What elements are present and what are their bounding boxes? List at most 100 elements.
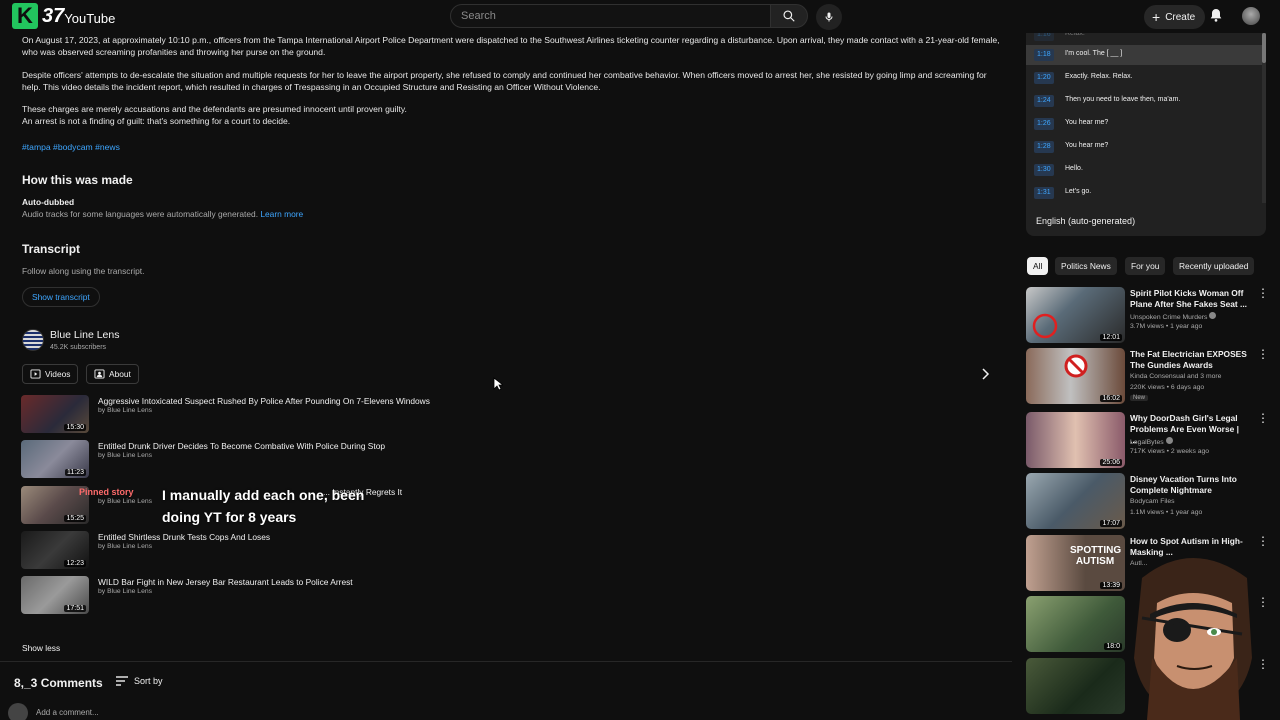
hashtags-link[interactable]: #tampa #bodycam #news bbox=[22, 142, 120, 152]
transcript-time: 1:18 bbox=[1034, 49, 1054, 61]
transcript-row[interactable]: 1:26 You hear me? bbox=[1026, 114, 1266, 134]
transcript-row[interactable]: 1:18 I'm cool. The [ __ ] bbox=[1026, 45, 1266, 65]
channel-video-item[interactable]: 11:23 Entitled Drunk Driver Decides To B… bbox=[21, 440, 721, 480]
video-duration: 17:07 bbox=[1100, 520, 1122, 527]
more-options-icon[interactable]: ⋮ bbox=[1257, 412, 1269, 424]
video-duration: 11:23 bbox=[65, 469, 86, 476]
create-button[interactable]: + Create bbox=[1144, 5, 1206, 29]
video-channel: Unspoken Crime Murders bbox=[1130, 312, 1217, 321]
how-made-title: How this was made bbox=[22, 173, 133, 187]
auto-dubbed-text: Audio tracks for some languages were aut… bbox=[22, 209, 303, 219]
channel-name: Unspoken Crime Murders bbox=[1130, 314, 1208, 321]
chip-recently-uploaded[interactable]: Recently uploaded bbox=[1173, 257, 1255, 275]
video-duration: 12:01 bbox=[1100, 334, 1122, 341]
transcript-text: I'm cool. The [ __ ] bbox=[1065, 50, 1123, 57]
more-options-icon[interactable]: ⋮ bbox=[1257, 287, 1269, 299]
video-thumbnail: 17:51 bbox=[21, 576, 89, 614]
channel-tab-videos[interactable]: Videos bbox=[22, 364, 79, 384]
red-circle-annotation bbox=[1032, 313, 1058, 339]
voice-search-button[interactable] bbox=[816, 4, 842, 30]
chip-all[interactable]: All bbox=[1027, 257, 1049, 275]
sort-by-label: Sort by bbox=[134, 676, 163, 686]
video-duration: 16:02 bbox=[1100, 395, 1122, 402]
channel-tab-about[interactable]: About bbox=[86, 364, 139, 384]
search-input[interactable] bbox=[461, 10, 770, 22]
video-thumbnail bbox=[1026, 658, 1125, 714]
video-thumbnail: 11:23 bbox=[21, 440, 89, 478]
recommended-video[interactable]: 12:01 Spirit Pilot Kicks Woman Off Plane… bbox=[1026, 287, 1276, 345]
video-title: WILD Bar Fight in New Jersey Bar Restaur… bbox=[98, 577, 353, 587]
more-options-icon[interactable]: ⋮ bbox=[1257, 535, 1269, 547]
video-duration: 15:25 bbox=[64, 515, 86, 522]
verified-icon bbox=[1209, 312, 1217, 319]
transcript-row[interactable]: 1:20 Exactly. Relax. Relax. bbox=[1026, 68, 1266, 88]
channel-video-item[interactable]: 15:30 Aggressive Intoxicated Suspect Rus… bbox=[21, 395, 721, 435]
sort-icon bbox=[116, 676, 128, 686]
recommended-video[interactable]: 25:06 Why DoorDash Girl's Legal Problems… bbox=[1026, 412, 1276, 470]
recommended-video[interactable]: 17:07 Disney Vacation Turns Into Complet… bbox=[1026, 473, 1276, 531]
video-channel: Kinda Consensual and 3 more bbox=[1130, 373, 1222, 380]
channel-video-item[interactable]: 17:51 WILD Bar Fight in New Jersey Bar R… bbox=[21, 576, 721, 616]
transcript-row[interactable]: 1:30 Hello. bbox=[1026, 160, 1266, 180]
plus-icon: + bbox=[1152, 9, 1161, 25]
transcript-row[interactable]: 1:31 Let's go. bbox=[1026, 183, 1266, 203]
video-channel: by Blue Line Lens bbox=[98, 407, 153, 414]
sort-by-button[interactable]: Sort by bbox=[116, 676, 163, 686]
transcript-panel: 1:16 Relax. 1:18 I'm cool. The [ __ ] 1:… bbox=[1026, 33, 1266, 236]
transcript-row[interactable]: 1:28 You hear me? bbox=[1026, 137, 1266, 157]
video-duration: 12:23 bbox=[64, 560, 86, 567]
channel-video-item[interactable]: 12:23 Entitled Shirtless Drunk Tests Cop… bbox=[21, 531, 721, 571]
transcript-row[interactable]: 1:16 Relax. bbox=[1026, 33, 1266, 45]
search-button[interactable] bbox=[770, 4, 808, 28]
notifications-button[interactable] bbox=[1208, 7, 1224, 28]
video-thumbnail: 15:30 bbox=[21, 395, 89, 433]
channel-avatar[interactable] bbox=[22, 329, 44, 351]
transcript-time: 1:24 bbox=[1034, 95, 1054, 107]
verified-icon bbox=[1165, 437, 1173, 444]
transcript-text: You hear me? bbox=[1065, 119, 1109, 126]
video-thumbnail: 17:07 bbox=[1026, 473, 1125, 529]
show-transcript-button[interactable]: Show transcript bbox=[22, 287, 100, 307]
transcript-text: You hear me? bbox=[1065, 142, 1109, 149]
transcript-time: 1:28 bbox=[1034, 141, 1054, 153]
video-title: Entitled Shirtless Drunk Tests Cops And … bbox=[98, 532, 271, 542]
prohibited-icon bbox=[1064, 354, 1088, 378]
add-comment-input[interactable]: Add a comment... bbox=[36, 708, 99, 717]
search-box bbox=[450, 4, 771, 28]
logo[interactable]: K 37 YouTube bbox=[12, 3, 115, 29]
show-less-button[interactable]: Show less bbox=[22, 643, 60, 653]
overlay-red-label: Pinned story bbox=[79, 487, 134, 497]
create-label: Create bbox=[1165, 11, 1196, 23]
transcript-text: Exactly. Relax. Relax. bbox=[1065, 73, 1133, 80]
mouse-cursor-icon bbox=[493, 377, 505, 396]
comments-count: 8,_3 Comments bbox=[14, 676, 103, 690]
channel-tab-label: Videos bbox=[45, 369, 71, 379]
top-bar: K 37 YouTube + Create bbox=[0, 0, 1280, 33]
channel-name[interactable]: Blue Line Lens bbox=[50, 329, 119, 341]
learn-more-link[interactable]: Learn more bbox=[260, 209, 303, 219]
transcript-language[interactable]: English (auto-generated) bbox=[1036, 216, 1135, 226]
person-card-icon bbox=[94, 369, 105, 379]
search-icon bbox=[783, 10, 795, 22]
video-thumbnail: 16:02 bbox=[1026, 348, 1125, 404]
next-arrow-button[interactable] bbox=[980, 367, 990, 385]
transcript-row[interactable]: 1:24 Then you need to leave then, ma'am. bbox=[1026, 91, 1266, 111]
transcript-title: Transcript bbox=[22, 242, 81, 256]
scrollbar-thumb[interactable] bbox=[1262, 33, 1266, 63]
transcript-time: 1:30 bbox=[1034, 164, 1054, 176]
video-duration: 25:06 bbox=[1100, 459, 1122, 466]
user-avatar bbox=[8, 703, 28, 720]
video-channel: by Blue Line Lens bbox=[98, 543, 153, 550]
chip-politics-news[interactable]: Politics News bbox=[1055, 257, 1117, 275]
caption-line: doing YT for 8 years bbox=[162, 509, 297, 525]
transcript-scrollbar[interactable] bbox=[1262, 33, 1266, 203]
video-title: The Fat Electrician EXPOSES The Gundies … bbox=[1130, 349, 1247, 370]
description-paragraph: Despite officers' attempts to de-escalat… bbox=[22, 70, 987, 92]
chip-for-you[interactable]: For you bbox=[1125, 257, 1166, 275]
auto-dubbed-description: Audio tracks for some languages were aut… bbox=[22, 209, 259, 219]
video-description: On August 17, 2023, at approximately 10:… bbox=[22, 33, 1002, 128]
recommended-video[interactable]: 16:02 The Fat Electrician EXPOSES The Gu… bbox=[1026, 348, 1276, 406]
account-avatar[interactable] bbox=[1242, 7, 1260, 25]
more-options-icon[interactable]: ⋮ bbox=[1257, 348, 1269, 360]
thumbnail-text: SPOTTING AUTISM bbox=[1070, 545, 1122, 567]
